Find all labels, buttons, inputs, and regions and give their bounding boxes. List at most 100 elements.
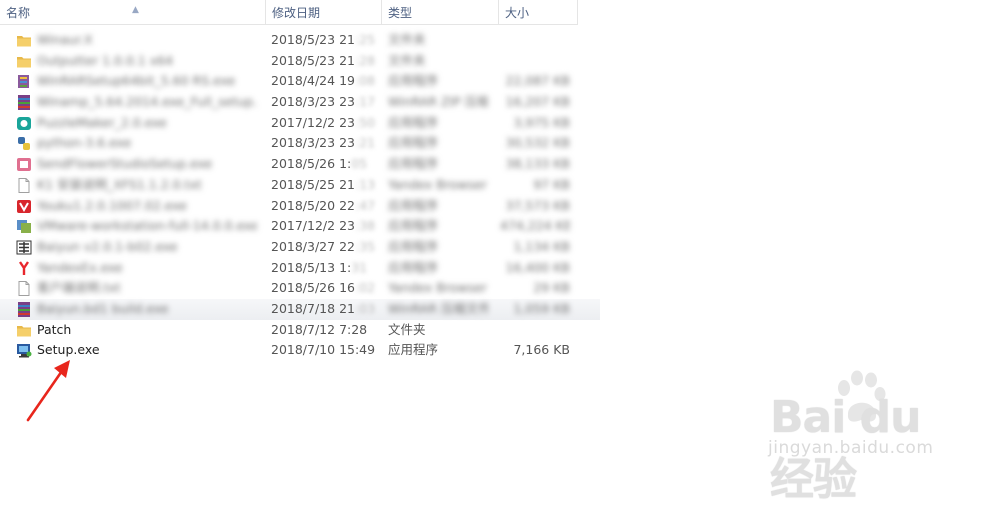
file-modified-time-blurred: :13 bbox=[354, 176, 376, 192]
file-modified-date-visible: 2018/5/13 1: bbox=[271, 259, 352, 275]
column-header-name[interactable]: 名称 ▲ bbox=[0, 0, 266, 24]
file-modified-date-visible: 2017/12/2 23 bbox=[271, 218, 355, 234]
file-row[interactable]: SendFlowerStudioSetup.exe 2018/5/26 1:05 应… bbox=[0, 154, 600, 175]
file-type: WinRAR 压缩文件 bbox=[388, 300, 488, 316]
file-name: YandexEx.exe bbox=[37, 259, 123, 275]
column-header-bar: 名称 ▲ 修改日期 类型 大小 bbox=[0, 0, 578, 25]
column-header-date[interactable]: 修改日期 bbox=[266, 0, 382, 24]
file-type: 文件夹 bbox=[388, 52, 426, 68]
file-name: Youku1.2.0.1007.02.exe bbox=[37, 197, 187, 213]
column-header-type[interactable]: 类型 bbox=[382, 0, 499, 24]
column-header-name-label: 名称 bbox=[6, 6, 31, 20]
file-row[interactable]: Youku1.2.0.1007.02.exe 2018/5/20 22:47 应用程… bbox=[0, 196, 600, 217]
file-type: WinRAR ZIP 压缩文件 bbox=[388, 94, 488, 110]
file-name: SendFlowerStudioSetup.exe bbox=[37, 156, 213, 172]
file-size: 37,573 KB bbox=[505, 197, 570, 213]
file-modified-date: 2018/5/26 16:02 bbox=[271, 278, 383, 299]
file-type: 应用程序 bbox=[388, 135, 439, 151]
file-size bbox=[500, 320, 570, 341]
file-type: 应用程序 bbox=[388, 342, 439, 358]
file-modified-date: 2017/12/2 23:50 bbox=[271, 113, 383, 134]
file-modified-time-blurred: :47 bbox=[354, 197, 376, 213]
file-name: PuzzleMaker_2.0.exe bbox=[37, 114, 167, 130]
column-header-type-label: 类型 bbox=[388, 6, 413, 20]
file-modified-date-visible: 2018/4/24 19 bbox=[271, 73, 355, 89]
file-row[interactable]: WinRARSetup64bit_5.60 RS.exe 2018/4/24 19… bbox=[0, 71, 600, 92]
file-modified-date-visible: 2018/5/23 21 bbox=[271, 52, 355, 68]
file-modified-time-blurred: :02 bbox=[354, 280, 376, 296]
file-modified-time-blurred: 05 bbox=[351, 156, 368, 172]
text-file-icon bbox=[16, 281, 32, 297]
file-name: Winamp_5.64.2014.exe_Full_setup.exe bbox=[37, 94, 257, 110]
file-modified-date: 2018/5/20 22:47 bbox=[271, 196, 383, 217]
file-modified-date-visible: 2018/7/18 21 bbox=[271, 300, 355, 316]
python-icon bbox=[16, 136, 32, 151]
file-size: 474,224 KB bbox=[500, 218, 570, 234]
file-type: 应用程序 bbox=[388, 114, 439, 130]
file-row[interactable]: Baiyun.bd1 build.exe 2018/7/18 21:03 WinRA… bbox=[0, 298, 600, 320]
file-modified-date: 2018/5/25 21:13 bbox=[271, 175, 383, 196]
file-row[interactable]: Setup.exe 2018/7/10 15:49 应用程序 7,166 KB bbox=[0, 340, 600, 361]
file-modified-date-visible: 2018/7/12 7:28 bbox=[271, 321, 368, 337]
file-modified-time-blurred: :28 bbox=[354, 52, 376, 68]
file-row[interactable]: Patch 2018/7/12 7:28 文件夹 bbox=[0, 320, 600, 341]
file-type: 应用程序 bbox=[388, 238, 439, 254]
file-modified-date-visible: 2018/5/26 16 bbox=[271, 280, 355, 296]
red-arrow-annotation bbox=[26, 360, 70, 422]
file-modified-date: 2018/7/10 15:49 bbox=[271, 340, 383, 361]
media-icon bbox=[16, 157, 32, 172]
baidu-jingyan-watermark: Bai du 经验 jingyan.baidu.com bbox=[760, 370, 960, 505]
file-name: WinRARSetup64bit_5.60 RS.exe bbox=[37, 73, 236, 89]
archive-icon bbox=[16, 95, 32, 111]
file-type: 应用程序 bbox=[388, 197, 439, 213]
file-size: 3,975 KB bbox=[513, 114, 570, 130]
file-type: 文件夹 bbox=[388, 32, 426, 47]
file-size: 1,134 KB bbox=[513, 238, 570, 254]
file-modified-date-visible: 2018/3/23 23 bbox=[271, 94, 355, 110]
file-size bbox=[500, 51, 570, 72]
file-row[interactable]: K1 安装说明_XFS1.1.2.0.txt 2018/5/25 21:13 Yan… bbox=[0, 175, 600, 196]
file-size: 16,207 KB bbox=[505, 94, 570, 110]
file-size: 22,087 KB bbox=[505, 73, 570, 89]
file-row[interactable]: PuzzleMaker_2.0.exe 2017/12/2 23:50 应用程序 3,… bbox=[0, 113, 600, 134]
file-name: Winaur.X bbox=[37, 32, 93, 47]
file-size: 1,059 KB bbox=[513, 300, 570, 316]
file-modified-date: 2017/12/2 23:38 bbox=[271, 216, 383, 237]
file-row[interactable]: VMware-workstation-full-14.0.0.exe 2017/1… bbox=[0, 216, 600, 237]
file-modified-date: 2018/7/12 7:28 bbox=[271, 320, 383, 341]
file-type: Yandex Browser bbox=[388, 280, 487, 296]
file-type: 应用程序 bbox=[388, 156, 439, 172]
folder-icon bbox=[16, 33, 32, 48]
vm-icon bbox=[16, 219, 32, 234]
file-modified-time-blurred: 31 bbox=[351, 259, 368, 275]
file-size: 16,400 KB bbox=[505, 259, 570, 275]
file-size: 30,532 KB bbox=[505, 135, 570, 151]
file-type: 文件夹 bbox=[388, 321, 426, 337]
file-name: Patch bbox=[37, 321, 72, 337]
file-modified-date-visible: 2018/7/10 15:49 bbox=[271, 342, 376, 358]
file-name: K1 安装说明_XFS1.1.2.0.txt bbox=[37, 176, 202, 192]
file-modified-date-visible: 2018/5/25 21 bbox=[271, 176, 355, 192]
file-modified-time-blurred: :25 bbox=[354, 32, 376, 47]
file-row[interactable]: YandexEx.exe 2018/5/13 1:31 应用程序 16,400 KB bbox=[0, 258, 600, 279]
file-row[interactable]: Baiyun v2.0.1-b02.exe 2018/3/27 22:35 应用程序… bbox=[0, 237, 600, 258]
folder-icon bbox=[16, 54, 32, 69]
file-modified-date: 2018/3/23 23:17 bbox=[271, 92, 383, 113]
file-row[interactable]: Winamp_5.64.2014.exe_Full_setup.exe 2018/… bbox=[0, 92, 600, 113]
file-modified-date-visible: 2018/5/26 1: bbox=[271, 156, 352, 172]
file-modified-date-visible: 2018/3/27 22 bbox=[271, 238, 355, 254]
file-modified-date-visible: 2018/5/20 22 bbox=[271, 197, 355, 213]
file-row[interactable]: 客户端说明.txt 2018/5/26 16:02 Yandex Browser 29… bbox=[0, 278, 600, 299]
file-row[interactable]: Winaur.X 2018/5/23 21:25 文件夹 bbox=[0, 30, 600, 51]
file-row[interactable]: Outputter 1.0.0.1 x64 2018/5/23 21:28 文件夹 bbox=[0, 51, 600, 72]
file-size: 7,166 KB bbox=[513, 342, 570, 358]
column-header-size[interactable]: 大小 bbox=[499, 0, 578, 24]
file-modified-time-blurred: :35 bbox=[354, 238, 376, 254]
file-modified-date: 2018/5/26 1:05 bbox=[271, 154, 383, 175]
installer-icon bbox=[16, 74, 32, 89]
file-row[interactable]: python-3.6.exe 2018/3/23 23:21 应用程序 30,532 … bbox=[0, 133, 600, 154]
file-name: VMware-workstation-full-14.0.0.exe bbox=[37, 218, 257, 234]
app-icon bbox=[16, 116, 32, 131]
file-modified-date-visible: 2018/3/23 23 bbox=[271, 135, 355, 151]
column-header-size-label: 大小 bbox=[505, 6, 530, 20]
